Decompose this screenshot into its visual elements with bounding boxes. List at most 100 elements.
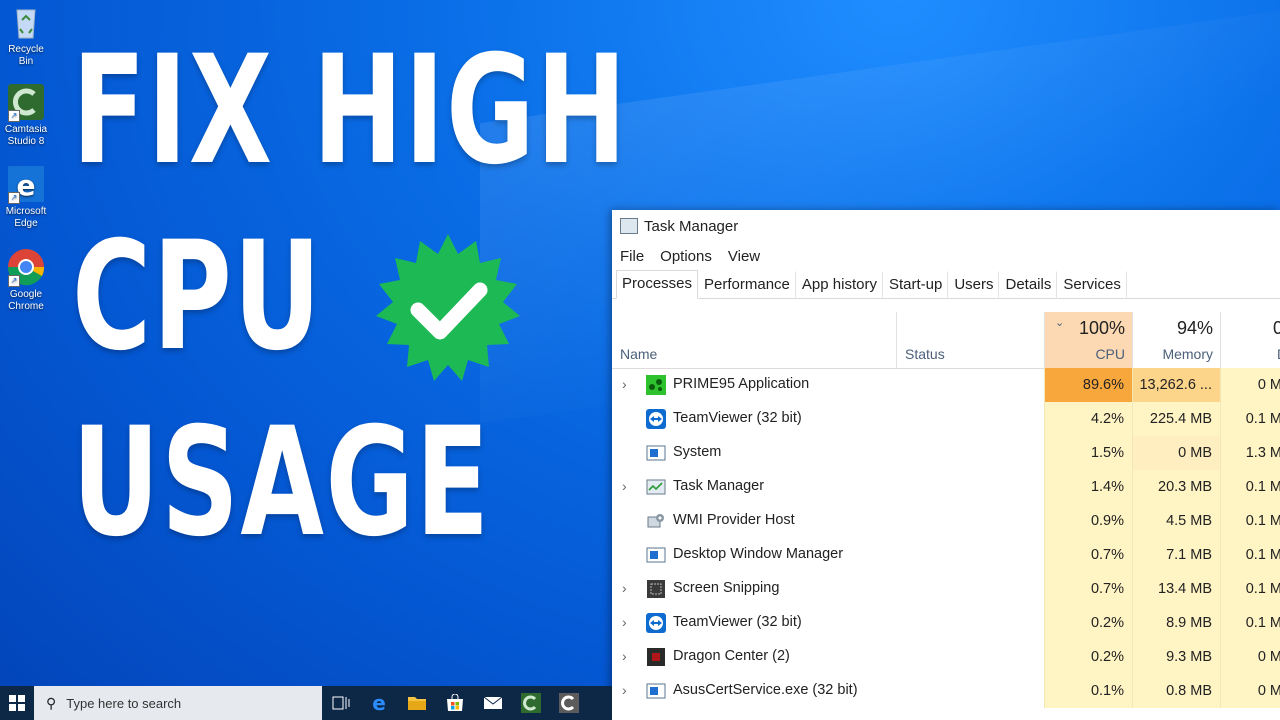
windows-logo-icon — [9, 695, 25, 711]
desktop-icon-label: Recycle Bin — [8, 44, 44, 67]
process-disk: 1.3 M — [1220, 436, 1280, 470]
title-bar[interactable]: Task Manager — [612, 210, 1280, 242]
expand-chevron-icon[interactable]: › — [622, 376, 627, 392]
process-memory: 4.5 MB — [1132, 504, 1220, 538]
process-name: Dragon Center (2) — [673, 648, 790, 664]
column-cpu[interactable]: ⌄ 100% CPU — [1044, 312, 1133, 368]
column-memory[interactable]: 94% Memory — [1132, 312, 1221, 368]
process-row[interactable]: Desktop Window Manager 0.7% 7.1 MB 0.1 M — [612, 538, 1280, 572]
wmi-icon — [647, 514, 664, 528]
desktop-icon-label: Google — [9, 289, 43, 300]
column-status-label: Status — [905, 346, 945, 362]
process-memory: 20.3 MB — [1132, 470, 1220, 504]
process-name: WMI Provider Host — [673, 512, 795, 528]
process-row[interactable]: › AsusCertService.exe (32 bit) 0.1% 0.8 … — [612, 674, 1280, 708]
process-row[interactable]: › Screen Snipping 0.7% 13.4 MB 0.1 M — [612, 572, 1280, 606]
process-name: System — [673, 444, 722, 460]
start-button[interactable] — [0, 686, 34, 720]
desktop-icon-label: Edge — [14, 218, 38, 229]
column-status[interactable]: Status — [896, 312, 1045, 368]
process-cpu: 0.2% — [1044, 606, 1132, 640]
expand-chevron-icon[interactable]: › — [622, 478, 627, 494]
column-memory-label: Memory — [1162, 346, 1213, 362]
process-disk: 0.1 M — [1220, 572, 1280, 606]
process-cpu: 4.2% — [1044, 402, 1132, 436]
teamviewer-icon — [646, 409, 666, 429]
tab-app-history[interactable]: App history — [796, 271, 883, 298]
column-disk[interactable]: 0 D — [1220, 312, 1280, 368]
tab-performance[interactable]: Performance — [698, 271, 796, 298]
process-memory: 0 MB — [1132, 436, 1220, 470]
menu-file[interactable]: File — [620, 248, 644, 265]
expand-chevron-icon[interactable]: › — [622, 614, 627, 630]
teamviewer-icon — [646, 613, 666, 633]
edge-icon: e ↗ — [6, 164, 46, 204]
process-cpu: 0.9% — [1044, 504, 1132, 538]
search-placeholder: Type here to search — [66, 695, 182, 711]
recycle-bin-icon — [6, 2, 46, 42]
desktop-icon-label: Studio 8 — [7, 136, 45, 147]
verified-check-badge-icon — [372, 232, 524, 384]
store-icon[interactable] — [436, 686, 474, 720]
expand-chevron-icon[interactable]: › — [622, 682, 627, 698]
dwm-icon — [646, 547, 666, 563]
desktop-icon-camtasia[interactable]: ↗ Camtasia Studio 8 — [0, 82, 52, 148]
desktop-icon-recycle-bin[interactable]: Recycle Bin — [0, 2, 52, 68]
prime95-icon — [646, 375, 666, 395]
expand-chevron-icon[interactable]: › — [622, 580, 627, 596]
process-row[interactable]: › Task Manager 1.4% 20.3 MB 0.1 M — [612, 470, 1280, 504]
desktop-icon-chrome[interactable]: ↗ Google Chrome — [0, 247, 52, 313]
desktop-icon-label: Camtasia — [4, 124, 48, 135]
task-view-icon[interactable] — [322, 686, 360, 720]
process-disk: 0.1 M — [1220, 504, 1280, 538]
taskbar-search-box[interactable]: ⚲ Type here to search — [34, 686, 322, 720]
process-row[interactable]: TeamViewer (32 bit) 4.2% 225.4 MB 0.1 M — [612, 402, 1280, 436]
camtasia-icon: ↗ — [6, 82, 46, 122]
tab-startup[interactable]: Start-up — [883, 271, 949, 298]
process-memory: 13.4 MB — [1132, 572, 1220, 606]
process-cpu: 0.7% — [1044, 538, 1132, 572]
menu-options[interactable]: Options — [660, 248, 712, 265]
process-cpu: 0.7% — [1044, 572, 1132, 606]
tab-users[interactable]: Users — [948, 271, 1000, 298]
column-header-row: Name Status ⌄ 100% CPU 94% Memory 0 D — [612, 312, 1280, 369]
file-explorer-icon[interactable] — [398, 686, 436, 720]
window-title: Task Manager — [644, 217, 739, 235]
process-memory: 0.8 MB — [1132, 674, 1220, 708]
tab-bar: Processes Performance App history Start-… — [612, 270, 1280, 299]
tab-details[interactable]: Details — [999, 271, 1058, 298]
cpu-total-percent: 100% — [1078, 318, 1125, 338]
service-icon — [646, 683, 666, 699]
camtasia-icon[interactable] — [512, 686, 550, 720]
process-memory: 13,262.6 ... — [1132, 368, 1220, 402]
camtasia-recorder-icon[interactable] — [550, 686, 588, 720]
process-disk: 0.1 M — [1220, 402, 1280, 436]
headline-line-1: FIX HIGH — [72, 24, 628, 198]
process-row[interactable]: System 1.5% 0 MB 1.3 M — [612, 436, 1280, 470]
process-row[interactable]: › TeamViewer (32 bit) 0.2% 8.9 MB 0.1 M — [612, 606, 1280, 640]
menu-bar: File Options View — [612, 242, 1280, 270]
expand-chevron-icon[interactable]: › — [622, 648, 627, 664]
desktop-icon-label: Chrome — [8, 301, 44, 312]
process-name: PRIME95 Application — [673, 376, 810, 392]
edge-icon[interactable]: e — [360, 686, 398, 720]
memory-total-percent: 94% — [1176, 318, 1213, 338]
process-row[interactable]: › PRIME95 Application 89.6% 13,262.6 ...… — [612, 368, 1280, 402]
chrome-icon: ↗ — [6, 247, 46, 287]
column-name-label: Name — [620, 346, 658, 362]
sort-caret-icon: ⌄ — [1055, 317, 1065, 329]
process-row[interactable]: WMI Provider Host 0.9% 4.5 MB 0.1 M — [612, 504, 1280, 538]
desktop-icon-edge[interactable]: e ↗ Microsoft Edge — [0, 164, 52, 230]
mail-icon[interactable] — [474, 686, 512, 720]
headline-line-3: USAGE — [72, 396, 491, 570]
process-cpu: 1.5% — [1044, 436, 1132, 470]
process-disk: 0.1 M — [1220, 470, 1280, 504]
process-disk: 0 M — [1220, 368, 1280, 402]
menu-view[interactable]: View — [728, 248, 760, 265]
tab-services[interactable]: Services — [1057, 271, 1127, 298]
shortcut-arrow-icon: ↗ — [8, 275, 20, 287]
tab-processes[interactable]: Processes — [616, 270, 699, 299]
process-name: Screen Snipping — [673, 580, 780, 596]
process-row[interactable]: › Dragon Center (2) 0.2% 9.3 MB 0 M — [612, 640, 1280, 674]
process-name: TeamViewer (32 bit) — [673, 410, 802, 426]
